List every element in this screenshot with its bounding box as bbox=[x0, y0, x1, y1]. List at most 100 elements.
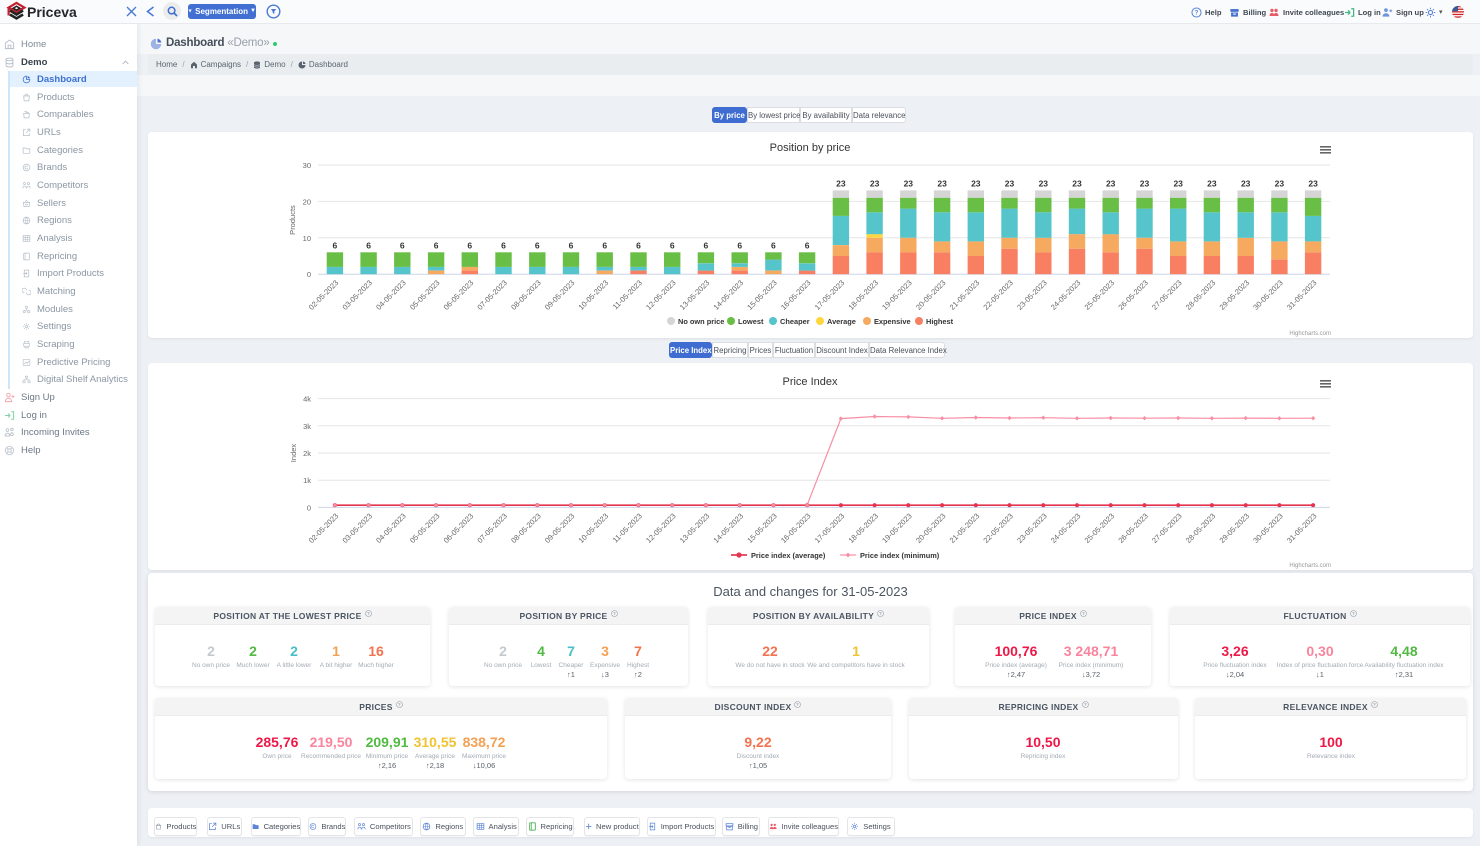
svg-text:02-05-2023: 02-05-2023 bbox=[307, 511, 340, 544]
svg-text:23: 23 bbox=[1039, 178, 1049, 188]
svg-text:19-05-2023: 19-05-2023 bbox=[880, 278, 913, 311]
svg-text:Highcharts.com: Highcharts.com bbox=[1289, 331, 1331, 337]
svg-text:0: 0 bbox=[307, 503, 311, 512]
svg-text:?: ? bbox=[1084, 702, 1087, 707]
svg-text:23: 23 bbox=[1207, 178, 1217, 188]
svg-text:4k: 4k bbox=[303, 395, 311, 404]
svg-text:08-05-2023: 08-05-2023 bbox=[509, 511, 542, 544]
svg-text:6: 6 bbox=[366, 240, 371, 250]
svg-text:6: 6 bbox=[704, 240, 709, 250]
svg-text:09-05-2023: 09-05-2023 bbox=[543, 511, 576, 544]
svg-text:31-05-2023: 31-05-2023 bbox=[1285, 511, 1318, 544]
svg-text:07-05-2023: 07-05-2023 bbox=[475, 278, 508, 311]
svg-text:Highcharts.com: Highcharts.com bbox=[1289, 563, 1331, 569]
svg-text:3k: 3k bbox=[303, 422, 311, 431]
svg-text:Products: Products bbox=[288, 205, 297, 235]
svg-text:21-05-2023: 21-05-2023 bbox=[948, 511, 981, 544]
svg-text:Price index (average): Price index (average) bbox=[751, 551, 826, 560]
svg-text:?: ? bbox=[879, 611, 882, 616]
svg-text:Cheaper: Cheaper bbox=[780, 317, 810, 326]
svg-text:23: 23 bbox=[1140, 178, 1150, 188]
svg-text:?: ? bbox=[367, 611, 370, 616]
svg-text:22-05-2023: 22-05-2023 bbox=[981, 278, 1014, 311]
svg-text:13-05-2023: 13-05-2023 bbox=[678, 511, 711, 544]
svg-text:19-05-2023: 19-05-2023 bbox=[880, 511, 913, 544]
svg-text:2k: 2k bbox=[303, 449, 311, 458]
svg-text:11-05-2023: 11-05-2023 bbox=[611, 278, 644, 311]
svg-text:31-05-2023: 31-05-2023 bbox=[1285, 278, 1318, 311]
svg-text:05-05-2023: 05-05-2023 bbox=[408, 511, 441, 544]
svg-text:18-05-2023: 18-05-2023 bbox=[847, 278, 880, 311]
svg-text:?: ? bbox=[1352, 611, 1355, 616]
svg-text:05-05-2023: 05-05-2023 bbox=[408, 278, 441, 311]
svg-text:15-05-2023: 15-05-2023 bbox=[745, 278, 778, 311]
svg-text:12-05-2023: 12-05-2023 bbox=[644, 278, 677, 311]
svg-text:6: 6 bbox=[805, 240, 810, 250]
svg-text:17-05-2023: 17-05-2023 bbox=[813, 278, 846, 311]
svg-text:6: 6 bbox=[636, 240, 641, 250]
svg-text:Position by price: Position by price bbox=[770, 142, 851, 154]
svg-text:?: ? bbox=[1195, 9, 1199, 16]
svg-text:23: 23 bbox=[1275, 178, 1285, 188]
svg-text:6: 6 bbox=[670, 240, 675, 250]
svg-text:10-05-2023: 10-05-2023 bbox=[577, 278, 610, 311]
svg-text:6: 6 bbox=[400, 240, 405, 250]
svg-text:?: ? bbox=[1373, 702, 1376, 707]
svg-text:Price index (minimum): Price index (minimum) bbox=[860, 551, 940, 560]
svg-text:27-05-2023: 27-05-2023 bbox=[1150, 278, 1183, 311]
svg-text:No own price: No own price bbox=[678, 317, 724, 326]
svg-text:20-05-2023: 20-05-2023 bbox=[914, 511, 947, 544]
svg-text:?: ? bbox=[613, 611, 616, 616]
svg-text:23: 23 bbox=[1005, 178, 1015, 188]
svg-text:13-05-2023: 13-05-2023 bbox=[678, 278, 711, 311]
svg-text:28-05-2023: 28-05-2023 bbox=[1184, 278, 1217, 311]
svg-text:26-05-2023: 26-05-2023 bbox=[1116, 278, 1149, 311]
svg-text:06-05-2023: 06-05-2023 bbox=[442, 511, 475, 544]
svg-text:07-05-2023: 07-05-2023 bbox=[475, 511, 508, 544]
svg-text:23: 23 bbox=[937, 178, 947, 188]
svg-text:16-05-2023: 16-05-2023 bbox=[779, 278, 812, 311]
svg-text:Price Index: Price Index bbox=[782, 376, 838, 388]
svg-text:23-05-2023: 23-05-2023 bbox=[1015, 278, 1048, 311]
svg-text:20: 20 bbox=[303, 197, 311, 206]
svg-text:6: 6 bbox=[771, 240, 776, 250]
svg-text:22-05-2023: 22-05-2023 bbox=[981, 511, 1014, 544]
svg-text:02-05-2023: 02-05-2023 bbox=[307, 278, 340, 311]
svg-text:18-05-2023: 18-05-2023 bbox=[847, 511, 880, 544]
svg-text:15-05-2023: 15-05-2023 bbox=[745, 511, 778, 544]
svg-text:23-05-2023: 23-05-2023 bbox=[1015, 511, 1048, 544]
svg-text:23: 23 bbox=[1072, 178, 1082, 188]
svg-text:1k: 1k bbox=[303, 476, 311, 485]
svg-text:23: 23 bbox=[1241, 178, 1251, 188]
svg-text:14-05-2023: 14-05-2023 bbox=[712, 278, 745, 311]
svg-text:10: 10 bbox=[303, 234, 311, 243]
svg-text:?: ? bbox=[398, 702, 401, 707]
svg-text:Highest: Highest bbox=[926, 317, 954, 326]
svg-text:Index: Index bbox=[289, 444, 298, 463]
svg-text:29-05-2023: 29-05-2023 bbox=[1218, 511, 1251, 544]
svg-text:6: 6 bbox=[333, 240, 338, 250]
svg-text:?: ? bbox=[797, 702, 800, 707]
svg-text:24-05-2023: 24-05-2023 bbox=[1049, 511, 1082, 544]
svg-text:Average: Average bbox=[827, 317, 856, 326]
svg-text:25-05-2023: 25-05-2023 bbox=[1083, 278, 1116, 311]
svg-text:23: 23 bbox=[1308, 178, 1318, 188]
svg-text:6: 6 bbox=[434, 240, 439, 250]
svg-text:28-05-2023: 28-05-2023 bbox=[1184, 511, 1217, 544]
svg-text:0: 0 bbox=[307, 270, 311, 279]
svg-text:6: 6 bbox=[602, 240, 607, 250]
svg-text:10-05-2023: 10-05-2023 bbox=[577, 511, 610, 544]
svg-text:14-05-2023: 14-05-2023 bbox=[712, 511, 745, 544]
svg-text:04-05-2023: 04-05-2023 bbox=[374, 511, 407, 544]
svg-text:23: 23 bbox=[971, 178, 981, 188]
svg-text:30-05-2023: 30-05-2023 bbox=[1251, 511, 1284, 544]
svg-text:11-05-2023: 11-05-2023 bbox=[611, 511, 644, 544]
svg-text:24-05-2023: 24-05-2023 bbox=[1049, 278, 1082, 311]
svg-text:23: 23 bbox=[904, 178, 914, 188]
svg-text:06-05-2023: 06-05-2023 bbox=[442, 278, 475, 311]
svg-text:25-05-2023: 25-05-2023 bbox=[1083, 511, 1116, 544]
svg-text:20-05-2023: 20-05-2023 bbox=[914, 278, 947, 311]
svg-text:12-05-2023: 12-05-2023 bbox=[644, 511, 677, 544]
svg-text:27-05-2023: 27-05-2023 bbox=[1150, 511, 1183, 544]
svg-text:Lowest: Lowest bbox=[738, 317, 764, 326]
